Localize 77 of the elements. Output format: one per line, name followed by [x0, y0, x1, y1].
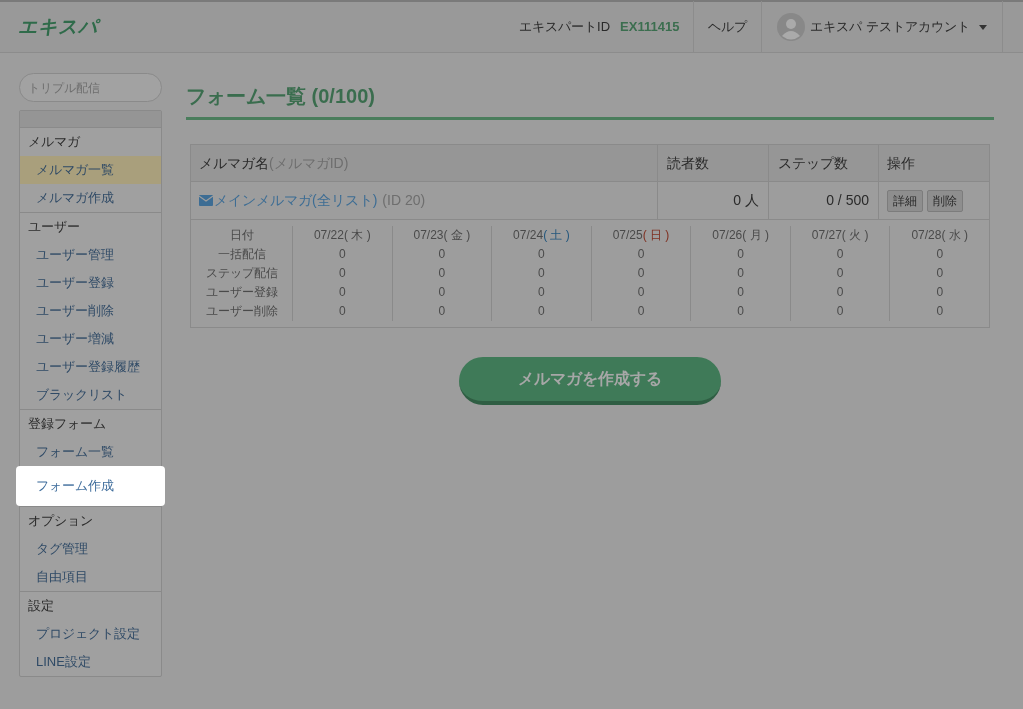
expert-id-label: エキスパートID [519, 18, 611, 37]
help-link[interactable]: ヘルプ [694, 17, 762, 37]
stat-value: 0 [936, 265, 944, 282]
stat-value: 0 [836, 303, 844, 320]
stat-value: 0 [338, 246, 346, 263]
stat-value: 0 [637, 284, 645, 301]
sidebar-heading: ユーザー [27, 218, 81, 236]
envelope-icon [199, 195, 213, 206]
action-button[interactable]: 詳細 [887, 189, 923, 212]
sidebar-heading: メルマガ [27, 133, 81, 151]
stat-value: 0 [737, 284, 744, 301]
stat-value: 0 [836, 246, 844, 263]
date-heading: 07/24( 土 ) [513, 227, 570, 244]
stat-value: 0 [338, 265, 346, 282]
stat-value: 0 [637, 265, 645, 282]
date-heading: 07/28( 水 ) [911, 227, 969, 244]
stat-value: 0 [936, 246, 944, 263]
date-heading: 07/27( 火 ) [811, 227, 869, 244]
sidebar-item[interactable]: ブラックリスト [20, 381, 161, 409]
stat-value: 0 [438, 265, 446, 282]
stat-value: 0 [737, 303, 744, 320]
sidebar-item[interactable]: フォーム一覧 [20, 438, 161, 466]
sidebar-item[interactable]: LINE設定 [20, 648, 161, 676]
stat-value: 0 [338, 284, 346, 301]
stat-value: 0 [538, 284, 545, 301]
stat-value: 0 [836, 265, 844, 282]
stat-value: 0 [538, 303, 545, 320]
page-title: フォーム一覧 (0/100) [186, 81, 994, 120]
sidebar-heading: オプション [27, 512, 94, 530]
account-menu[interactable]: エキスパ テストアカウント [762, 1, 1003, 53]
stat-value: 0 [338, 303, 346, 320]
stat-value: 0 [737, 265, 744, 282]
create-newsletter-button[interactable]: メルマガを作成する [459, 357, 721, 405]
newsletter-link[interactable]: メインメルマガ(全リスト) [214, 190, 378, 211]
stat-value: 0 [438, 246, 446, 263]
stat-value: 0 [737, 246, 744, 263]
date-heading: 07/25( 日 ) [612, 227, 670, 244]
caret-icon [979, 24, 987, 30]
column-header: 読者数 [667, 153, 709, 173]
sidebar-heading: 設定 [27, 597, 55, 615]
stat-value: 0 [438, 303, 446, 320]
column-header: ステップ数 [778, 153, 848, 173]
date-heading: 07/23( 金 ) [413, 227, 471, 244]
sidebar-item[interactable]: プロジェクト設定 [20, 620, 161, 648]
stat-label: ユーザー削除 [205, 303, 278, 320]
stat-value: 0 [538, 246, 545, 263]
sidebar-item[interactable]: 自由項目 [20, 563, 161, 591]
stat-value: 0 [836, 284, 844, 301]
step-count: 0 / 500 [826, 191, 869, 210]
reader-count: 0 人 [733, 191, 759, 210]
stat-value: 0 [936, 303, 944, 320]
sidebar-item[interactable]: フォーム作成 [16, 466, 165, 506]
stat-value: 0 [637, 246, 645, 263]
sidebar-item[interactable]: ユーザー登録履歴 [20, 353, 161, 381]
expert-id-value: EX111415 [620, 18, 680, 37]
stat-label: 日付 [229, 227, 254, 244]
sidebar-item[interactable]: ユーザー削除 [20, 297, 161, 325]
date-heading: 07/22( 木 ) [313, 227, 371, 244]
column-header: 操作 [887, 153, 915, 173]
stat-value: 0 [637, 303, 645, 320]
stat-value: 0 [936, 284, 944, 301]
column-header: メルマガ名 [199, 153, 269, 173]
sidebar-item[interactable]: メルマガ一覧 [20, 156, 161, 184]
date-heading: 07/26( 月 ) [712, 227, 769, 244]
stat-label: ユーザー登録 [205, 284, 278, 301]
sidebar-heading: 登録フォーム [27, 415, 107, 433]
stat-label: ステップ配信 [205, 265, 278, 282]
stat-value: 0 [538, 265, 545, 282]
sidebar-item[interactable]: ユーザー登録 [20, 269, 161, 297]
sidebar-item[interactable]: タグ管理 [20, 535, 161, 563]
action-button[interactable]: 削除 [927, 189, 963, 212]
avatar-icon [777, 13, 806, 41]
sidebar-item[interactable]: ユーザー増減 [20, 325, 161, 353]
sidebar-item[interactable]: ユーザー管理 [20, 241, 161, 269]
sidebar-item[interactable]: メルマガ作成 [20, 184, 161, 212]
stat-label: 一括配信 [217, 246, 266, 263]
stat-value: 0 [438, 284, 446, 301]
